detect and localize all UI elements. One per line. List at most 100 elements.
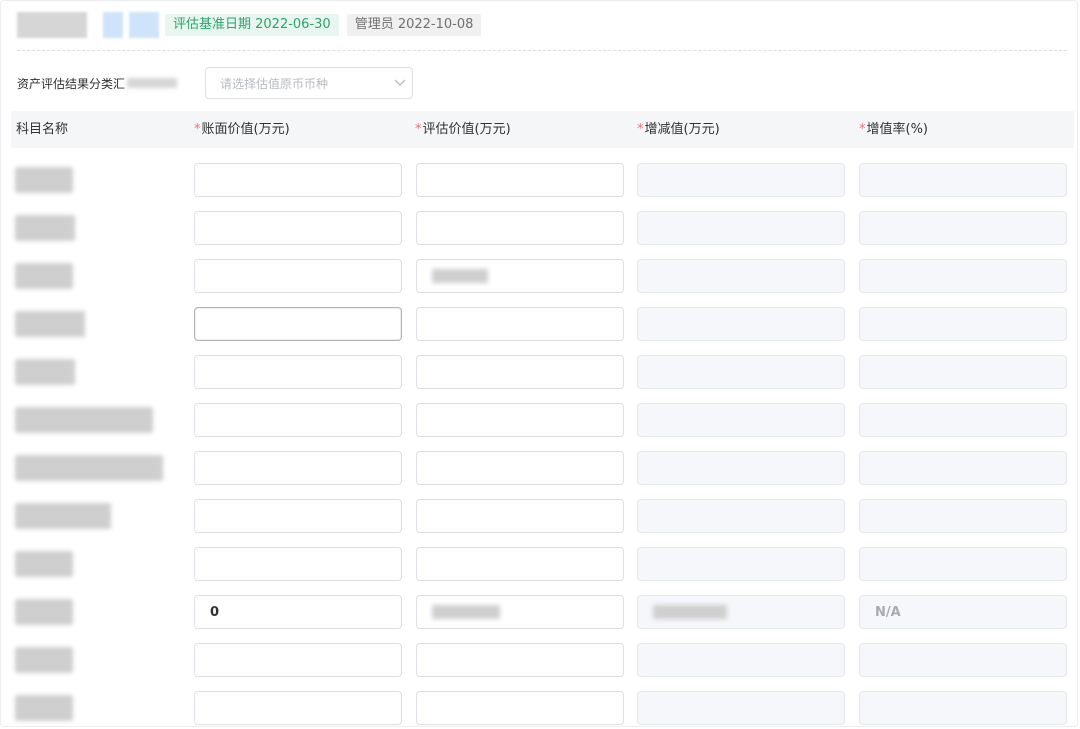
book-value-input[interactable]: [194, 307, 402, 341]
redacted-badge: [129, 12, 159, 38]
change-value-field: [637, 259, 845, 293]
required-mark: *: [859, 122, 866, 137]
redacted-title: [17, 12, 87, 38]
table-row: [1, 307, 1080, 341]
increase-rate-field: [859, 259, 1067, 293]
header-bar: 评估基准日期 2022-06-30 管理员 2022-10-08: [17, 12, 482, 38]
redacted-subject-name: [15, 359, 75, 385]
increase-rate-text: N/A: [875, 604, 901, 620]
change-value-field: [637, 163, 845, 197]
redacted-subject-name: [15, 215, 75, 241]
appraised-value-input[interactable]: [416, 643, 624, 677]
change-value-field: [637, 451, 845, 485]
book-value-input[interactable]: [194, 403, 402, 437]
increase-rate-field: [859, 211, 1067, 245]
required-mark: *: [637, 122, 644, 137]
change-value-field: [637, 403, 845, 437]
column-header-appraised-value: *评估价值(万元): [415, 122, 511, 137]
increase-rate-field: [859, 355, 1067, 389]
increase-rate-field: [859, 451, 1067, 485]
change-value-field: [637, 691, 845, 725]
change-value-field: [637, 499, 845, 533]
table-row: [1, 259, 1080, 293]
table-row: [1, 403, 1080, 437]
redacted-subject-name: [15, 551, 73, 577]
redacted-subject-name: [15, 407, 153, 433]
increase-rate-field: N/A: [859, 595, 1067, 629]
book-value-input[interactable]: [194, 643, 402, 677]
column-header-book-value: *账面价值(万元): [194, 122, 290, 137]
redacted-subject-name: [15, 455, 163, 481]
table-row: [1, 547, 1080, 581]
appraised-value-input[interactable]: [416, 547, 624, 581]
change-value-field: [637, 307, 845, 341]
evaluation-panel: 评估基准日期 2022-06-30 管理员 2022-10-08 资产评估结果分…: [0, 0, 1078, 727]
redacted-value: [432, 269, 488, 283]
currency-select[interactable]: 请选择估值原币币种: [205, 67, 413, 99]
increase-rate-field: [859, 403, 1067, 437]
appraised-value-input[interactable]: [416, 403, 624, 437]
book-value-input[interactable]: [194, 163, 402, 197]
change-value-field: [637, 595, 845, 629]
book-value-input[interactable]: [194, 211, 402, 245]
table-row: [1, 451, 1080, 485]
table-header: 科目名称 *账面价值(万元) *评估价值(万元) *增减值(万元) *增值率(%…: [11, 111, 1074, 148]
increase-rate-field: [859, 547, 1067, 581]
book-value-input[interactable]: [194, 499, 402, 533]
redacted-value: [432, 605, 500, 619]
increase-rate-field: [859, 499, 1067, 533]
change-value-field: [637, 643, 845, 677]
currency-select-placeholder: 请选择估值原币币种: [220, 76, 329, 91]
appraised-value-input[interactable]: [416, 211, 624, 245]
table-row: [1, 643, 1080, 677]
filter-row: 资产评估结果分类汇 请选择估值原币币种: [17, 67, 413, 99]
eval-date-tag: 评估基准日期 2022-06-30: [165, 14, 339, 36]
admin-tag: 管理员 2022-10-08: [346, 14, 482, 36]
table-row: [1, 163, 1080, 197]
dashed-divider: [17, 50, 1067, 51]
appraised-value-input[interactable]: [416, 691, 624, 725]
result-category-label: 资产评估结果分类汇: [17, 76, 126, 91]
table-row: [1, 211, 1080, 245]
book-value-input[interactable]: [194, 547, 402, 581]
table-row: [1, 355, 1080, 389]
book-value-input[interactable]: [194, 355, 402, 389]
increase-rate-field: [859, 643, 1067, 677]
change-value-field: [637, 211, 845, 245]
book-value-input[interactable]: [194, 451, 402, 485]
appraised-value-input[interactable]: [416, 355, 624, 389]
book-value-input[interactable]: 0: [194, 595, 402, 629]
increase-rate-field: [859, 163, 1067, 197]
increase-rate-field: [859, 307, 1067, 341]
table-row: [1, 499, 1080, 533]
appraised-value-input[interactable]: [416, 451, 624, 485]
redacted-badge: [103, 12, 123, 38]
redacted-subject-name: [15, 647, 73, 673]
redacted-subject-name: [15, 503, 111, 529]
change-value-field: [637, 355, 845, 389]
book-value-input[interactable]: [194, 259, 402, 293]
table-row: 0 N/A: [1, 595, 1080, 629]
increase-rate-field: [859, 691, 1067, 725]
redacted-value: [653, 605, 727, 619]
redacted-subject-name: [15, 167, 73, 193]
appraised-value-input[interactable]: [416, 163, 624, 197]
column-header-subject: 科目名称: [16, 122, 69, 137]
table-row: [1, 691, 1080, 725]
appraised-value-input[interactable]: [416, 307, 624, 341]
required-mark: *: [415, 122, 422, 137]
redacted-subject-name: [15, 263, 73, 289]
redacted-label-part: [127, 78, 178, 88]
appraised-value-input[interactable]: [416, 259, 624, 293]
change-value-field: [637, 547, 845, 581]
column-header-change-value: *增减值(万元): [637, 122, 720, 137]
chevron-down-icon: [388, 79, 412, 87]
redacted-subject-name: [15, 311, 85, 337]
book-value-input[interactable]: [194, 691, 402, 725]
column-header-increase-rate: *增值率(%): [859, 122, 928, 137]
redacted-subject-name: [15, 695, 73, 721]
appraised-value-input[interactable]: [416, 499, 624, 533]
required-mark: *: [194, 122, 201, 137]
appraised-value-input[interactable]: [416, 595, 624, 629]
redacted-subject-name: [15, 599, 73, 625]
